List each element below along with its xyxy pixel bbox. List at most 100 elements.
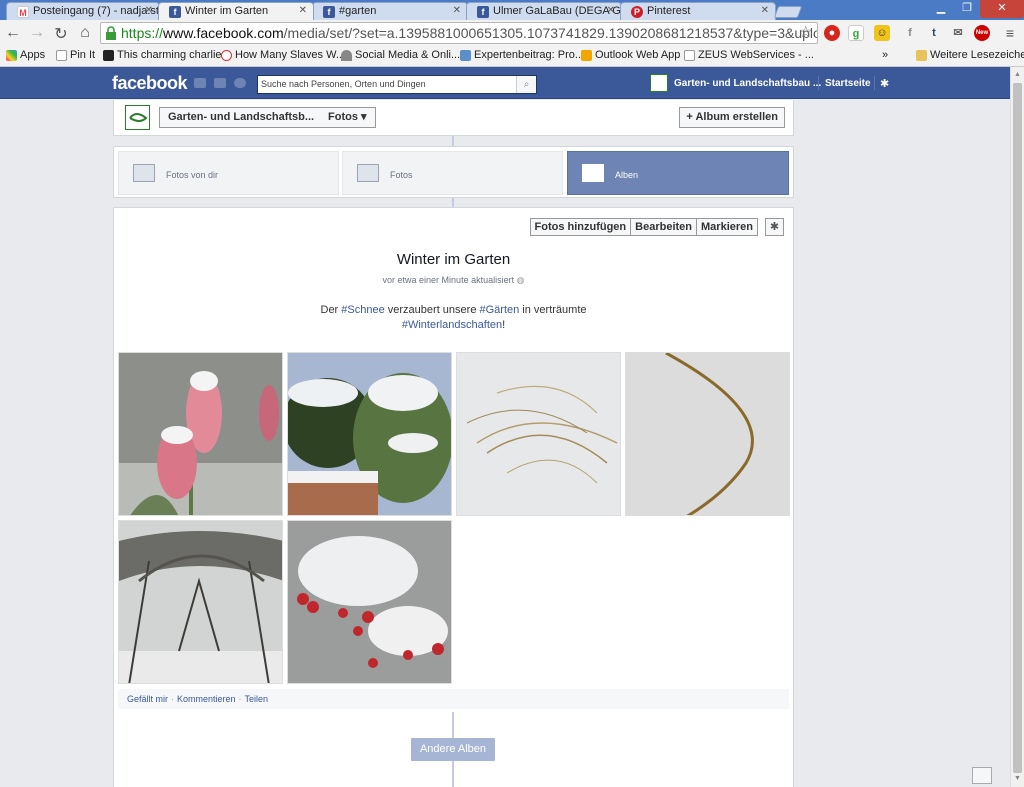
bookmark-expertenbeitrag[interactable]: Expertenbeitrag: Pro...: [460, 49, 584, 61]
facebook-search-input[interactable]: Suche nach Personen, Orten und Dingen ⌕: [257, 75, 537, 94]
restore-icon[interactable]: ❐: [954, 0, 980, 18]
album-description: Der #Schnee verzaubert unsere #Gärten in…: [114, 303, 793, 333]
new-tab-button[interactable]: [773, 6, 803, 18]
browser-toolbar: ← → ↻ ⌂ https://www.facebook.com/media/s…: [0, 20, 1024, 46]
hashtag-schnee[interactable]: #Schnee: [341, 304, 384, 316]
home-link[interactable]: Startseite: [825, 78, 871, 89]
scrollbar-thumb[interactable]: [1013, 83, 1022, 773]
settings-gear-icon[interactable]: ✱: [880, 77, 889, 90]
url-path: /media/set/?set=a.1395881000651305.10737…: [283, 25, 818, 41]
photo-stack-icon: [133, 164, 155, 182]
page-selector[interactable]: Garten- und Landschaftsb...: [159, 107, 324, 128]
messages-icon[interactable]: [214, 78, 226, 88]
back-arrow-icon[interactable]: ←: [4, 24, 22, 42]
page-avatar[interactable]: [650, 74, 668, 92]
comment-link[interactable]: Kommentieren: [177, 694, 236, 704]
snowy-shrubs-wall-photo[interactable]: [287, 352, 452, 516]
scroll-up-icon[interactable]: ▲: [1014, 71, 1021, 78]
page-icon: [684, 50, 695, 61]
address-bar[interactable]: https://www.facebook.com/media/set/?set=…: [100, 22, 818, 44]
facebook-logo[interactable]: facebook: [112, 73, 188, 94]
reload-icon[interactable]: ↻: [52, 24, 70, 44]
search-icon[interactable]: ⌕: [516, 76, 536, 93]
forward-arrow-icon[interactable]: →: [28, 24, 46, 42]
bookmark-site-icon: [460, 50, 471, 61]
share-link[interactable]: Teilen: [245, 694, 269, 704]
facebook-topbar: facebook Suche nach Personen, Orten und …: [0, 67, 1010, 99]
page-icon: [56, 50, 67, 61]
scroll-down-icon[interactable]: ▼: [1014, 775, 1021, 782]
close-icon[interactable]: ✕: [761, 5, 769, 16]
bookmark-outlook[interactable]: Outlook Web App: [581, 49, 680, 61]
more-bookmarks-chevron[interactable]: »: [882, 49, 888, 61]
photo-stack-icon: [357, 164, 379, 182]
browser-tab-winter-im-garten[interactable]: f Winter im Garten ✕: [158, 2, 314, 20]
home-icon[interactable]: ⌂: [76, 24, 94, 42]
pinterest-icon: P: [631, 6, 643, 18]
bookmark-pin-it[interactable]: Pin It: [56, 49, 95, 61]
close-icon[interactable]: ✕: [299, 5, 307, 16]
hashtag-winterlandschaften[interactable]: #Winterlandschaften: [402, 319, 502, 331]
grass-in-snow-photo[interactable]: [456, 352, 621, 516]
tag-button[interactable]: Markieren: [696, 219, 757, 235]
bookmarks-bar: Apps Pin It This charming charlie How Ma…: [0, 46, 1024, 67]
album-settings-gear-icon[interactable]: ✱: [765, 218, 784, 236]
adblock-icon[interactable]: ●: [824, 25, 840, 41]
other-albums-button[interactable]: Andere Alben: [411, 738, 495, 761]
mail-extension-icon[interactable]: ✉: [950, 25, 966, 41]
bookmark-site-icon: [221, 50, 232, 61]
browser-tab-garten[interactable]: f #garten ✕: [312, 2, 468, 20]
bookmark-star-icon[interactable]: ☆: [799, 23, 813, 43]
page-scrollbar[interactable]: ▲ ▼: [1010, 67, 1024, 787]
section-selector-label: Fotos: [328, 111, 358, 123]
friend-requests-icon[interactable]: [194, 78, 206, 88]
snowy-trees-path-photo[interactable]: [118, 520, 283, 684]
updated-text: vor etwa einer Minute aktualisiert: [382, 275, 515, 285]
add-photos-button[interactable]: Fotos hinzufügen: [531, 219, 631, 235]
tab-label: Alben: [615, 170, 639, 180]
page-content: Garten- und Landschaftsb... Fotos ▾ + Al…: [0, 100, 1010, 787]
browser-tab-pinterest[interactable]: P Pinterest ✕: [620, 2, 776, 20]
section-selector[interactable]: Fotos ▾: [322, 107, 376, 128]
like-link[interactable]: Gefällt mir: [127, 694, 168, 704]
window-close-icon[interactable]: ✕: [980, 0, 1024, 18]
divider: [874, 76, 875, 90]
other-bookmarks-folder[interactable]: Weitere Lesezeichen: [916, 49, 1024, 61]
create-album-button[interactable]: + Album erstellen: [679, 107, 785, 128]
menu-icon[interactable]: ≡: [1002, 25, 1018, 41]
bookmark-label: Social Media & Onli...: [355, 49, 461, 61]
bookmark-zeus[interactable]: ZEUS WebServices - ...: [684, 49, 814, 61]
page-logo[interactable]: [125, 105, 150, 130]
snow-tulips-photo[interactable]: [118, 352, 283, 516]
close-icon[interactable]: ✕: [453, 5, 461, 16]
tab-fotos-von-dir[interactable]: Fotos von dir: [118, 151, 339, 195]
page-name-link[interactable]: Garten- und Landschaftsbau ...: [674, 78, 821, 89]
bookmark-charming-charlie[interactable]: This charming charlie: [103, 49, 222, 61]
tumblr-icon[interactable]: t: [926, 25, 942, 41]
album-icon: [582, 164, 604, 182]
album-panel: Fotos hinzufügen Bearbeiten Markieren ✱ …: [113, 207, 794, 787]
search-placeholder: Suche nach Personen, Orten und Dingen: [261, 79, 426, 89]
hashtag-gaerten[interactable]: #Gärten: [480, 304, 520, 316]
close-icon[interactable]: ✕: [145, 5, 153, 16]
minimize-icon[interactable]: ▁: [928, 0, 954, 18]
edit-button[interactable]: Bearbeiten: [630, 219, 696, 235]
bookmark-label: Outlook Web App: [595, 49, 681, 61]
bookmark-apps[interactable]: Apps: [6, 49, 45, 61]
browser-tab-ulmer-galabau[interactable]: f Ulmer GaLaBau (DEGA GA ✕: [466, 2, 622, 20]
notifications-globe-icon[interactable]: [234, 78, 246, 88]
new-badge-icon[interactable]: New: [974, 25, 990, 41]
single-grass-blade-photo[interactable]: [625, 352, 790, 516]
browser-tab-gmail[interactable]: M Posteingang (7) - nadja.st ✕: [6, 2, 160, 20]
extension-icon[interactable]: ☺: [874, 25, 890, 41]
google-extension-icon[interactable]: g: [848, 25, 864, 41]
bookmark-slaves[interactable]: How Many Slaves W...: [221, 49, 345, 61]
chat-sidebar-icon[interactable]: [972, 767, 992, 784]
facebook-extension-icon[interactable]: f: [902, 25, 918, 41]
bookmark-social-media[interactable]: Social Media & Onli...: [341, 49, 460, 61]
close-icon[interactable]: ✕: [607, 5, 615, 16]
snowy-red-berries-photo[interactable]: [287, 520, 452, 684]
tab-alben[interactable]: Alben: [567, 151, 789, 195]
tab-fotos[interactable]: Fotos: [342, 151, 563, 195]
desc-text: in verträumte: [519, 304, 587, 316]
